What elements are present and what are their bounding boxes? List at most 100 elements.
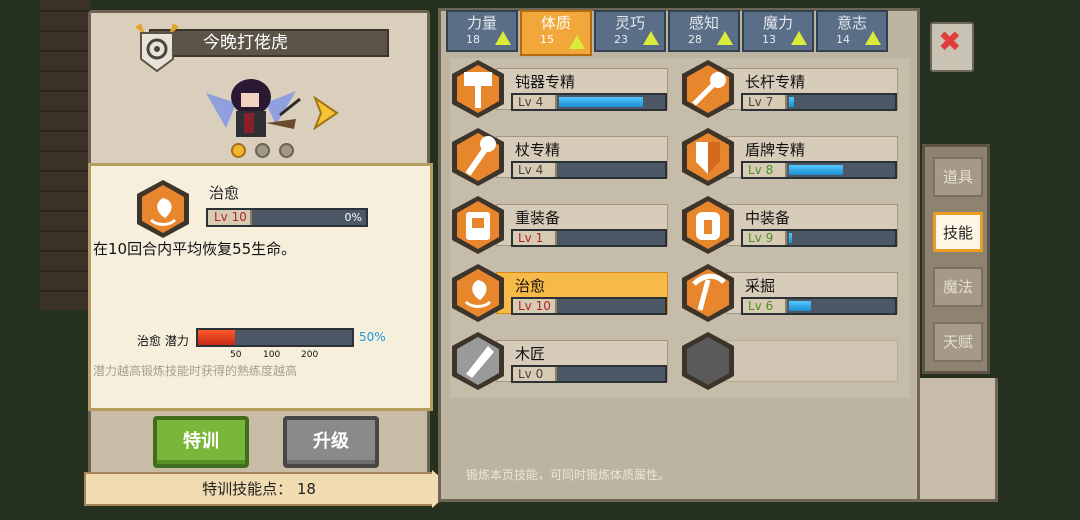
character-sprite bbox=[206, 79, 301, 137]
next-character-arrow-icon[interactable] bbox=[309, 96, 343, 130]
side-nav-tab[interactable]: 技能 bbox=[933, 212, 983, 252]
upgrade-button[interactable]: 升级 bbox=[283, 416, 379, 468]
tick-label: 100 bbox=[263, 350, 281, 360]
skill-card[interactable]: 治愈 Lv 10 bbox=[496, 272, 668, 315]
skill-slot[interactable]: 钝器专精 Lv 4 bbox=[450, 58, 668, 122]
halberd-icon bbox=[682, 60, 734, 118]
train-button[interactable]: 特训 bbox=[153, 416, 249, 468]
skill-card[interactable]: 重装备 Lv 1 bbox=[496, 204, 668, 247]
detail-progress-bar: Lv 10 0% bbox=[206, 208, 368, 227]
skill-card[interactable]: 采掘 Lv 6 bbox=[726, 272, 898, 315]
train-points-banner: 特训技能点： 18 bbox=[84, 472, 434, 506]
tab-label: 魔力 bbox=[762, 14, 793, 32]
tab-attribute[interactable]: 意志 14 bbox=[816, 10, 888, 52]
skill-progress-fill bbox=[789, 165, 843, 175]
skill-card[interactable]: 盾牌专精 Lv 8 bbox=[726, 136, 898, 179]
skill-progress-fill bbox=[789, 301, 811, 311]
page-dot[interactable] bbox=[279, 143, 294, 158]
hammer-icon bbox=[452, 60, 504, 118]
skill-slot[interactable]: 杖专精 Lv 4 bbox=[450, 126, 668, 190]
side-nav-tab[interactable]: 天赋 bbox=[933, 322, 983, 362]
staff-icon bbox=[452, 128, 504, 186]
potential-label: 治愈 潜力 bbox=[137, 334, 189, 348]
skill-level: Lv 7 bbox=[743, 95, 787, 109]
skill-card[interactable]: 长杆专精 Lv 7 bbox=[726, 68, 898, 111]
skill-card[interactable]: 木匠 Lv 0 bbox=[496, 340, 668, 383]
skill-progress-bar: Lv 7 bbox=[741, 93, 897, 111]
skill-level: Lv 9 bbox=[743, 231, 787, 245]
skill-name: 长杆专精 bbox=[745, 73, 806, 91]
page-dot[interactable] bbox=[255, 143, 270, 158]
brick-wall bbox=[40, 0, 90, 310]
skill-progress-bar: Lv 9 bbox=[741, 229, 897, 247]
potential-bar bbox=[196, 328, 354, 347]
character-panel: 今晚打佬虎 治愈 Lv 10 0% 在10回合内平均恢复55生命。 治愈 潜力 … bbox=[88, 10, 433, 480]
skill-level: Lv 10 bbox=[513, 299, 557, 313]
skill-progress-fill bbox=[789, 97, 794, 107]
skill-name: 钝器专精 bbox=[515, 73, 576, 91]
guild-emblem-icon bbox=[135, 23, 179, 73]
skill-level: Lv 0 bbox=[513, 367, 557, 381]
empty-hex-icon bbox=[682, 332, 734, 390]
side-nav-tab[interactable]: 道具 bbox=[933, 157, 983, 197]
skill-slot[interactable]: 重装备 Lv 1 bbox=[450, 194, 668, 258]
pickaxe-icon bbox=[682, 264, 734, 322]
tab-label: 意志 bbox=[836, 14, 867, 32]
skill-name: 木匠 bbox=[515, 345, 546, 363]
tab-label: 力量 bbox=[466, 14, 497, 32]
page-dot[interactable] bbox=[231, 143, 246, 158]
skill-progress-bar: Lv 4 bbox=[511, 93, 667, 111]
skill-progress-bar: Lv 8 bbox=[741, 161, 897, 179]
skill-level: Lv 4 bbox=[513, 95, 557, 109]
heal-leaf-icon bbox=[452, 264, 504, 322]
heavy-armor-icon bbox=[452, 196, 504, 254]
skills-grid: 钝器专精 Lv 4 长杆专精 Lv 7 杖专精 Lv 4 盾牌专精 Lv 8 重装备 Lv 1 中装… bbox=[450, 58, 910, 398]
skill-progress-bar: Lv 1 bbox=[511, 229, 667, 247]
skill-detail-panel: 治愈 Lv 10 0% 在10回合内平均恢复55生命。 治愈 潜力 50% 50… bbox=[88, 163, 433, 411]
skill-slot[interactable]: 木匠 Lv 0 bbox=[450, 330, 668, 394]
skill-slot[interactable]: 盾牌专精 Lv 8 bbox=[680, 126, 898, 190]
skill-description: 在10回合内平均恢复55生命。 bbox=[93, 240, 297, 258]
skill-level: Lv 4 bbox=[513, 163, 557, 177]
skill-card[interactable]: 钝器专精 Lv 4 bbox=[496, 68, 668, 111]
tab-label: 灵巧 bbox=[614, 14, 645, 32]
skill-slot[interactable]: 中装备 Lv 9 bbox=[680, 194, 898, 258]
skill-name: 重装备 bbox=[515, 209, 561, 227]
potential-note: 潜力越高锻炼技能时获得的熟练度越高 bbox=[93, 364, 298, 378]
skill-level: Lv 8 bbox=[743, 163, 787, 177]
skill-level: Lv 6 bbox=[743, 299, 787, 313]
skill-name: 杖专精 bbox=[515, 141, 561, 159]
side-nav-tab[interactable]: 魔法 bbox=[933, 267, 983, 307]
skill-name: 采掘 bbox=[745, 277, 776, 295]
character-name: 今晚打佬虎 bbox=[149, 29, 389, 57]
medium-armor-icon bbox=[682, 196, 734, 254]
potential-fill bbox=[198, 330, 235, 345]
detail-progress-pct: 0% bbox=[344, 211, 362, 224]
detail-level: Lv 10 bbox=[208, 210, 252, 225]
skill-progress-fill bbox=[559, 97, 643, 107]
skill-progress-fill bbox=[789, 233, 792, 243]
skill-slot[interactable]: 采掘 Lv 6 bbox=[680, 262, 898, 326]
character-header: 今晚打佬虎 bbox=[91, 13, 427, 163]
potential-percent: 50% bbox=[359, 330, 386, 344]
skill-progress-bar: Lv 10 bbox=[511, 297, 667, 315]
side-nav: 道具 技能 魔法 天赋 bbox=[922, 144, 990, 374]
skill-progress-bar: Lv 4 bbox=[511, 161, 667, 179]
close-icon: ✖ bbox=[938, 25, 962, 58]
skill-card[interactable]: 杖专精 Lv 4 bbox=[496, 136, 668, 179]
footer-note: 锻炼本页技能，可同时锻炼体质属性。 bbox=[466, 468, 671, 482]
skill-slot[interactable]: 治愈 Lv 10 bbox=[450, 262, 668, 326]
saw-icon bbox=[452, 332, 504, 390]
close-button[interactable]: ✖ bbox=[930, 22, 974, 72]
skill-progress-bar: Lv 6 bbox=[741, 297, 897, 315]
tick-label: 50 bbox=[230, 350, 242, 360]
tab-label: 感知 bbox=[688, 14, 719, 32]
page-indicator bbox=[231, 143, 294, 158]
skill-slot[interactable]: 长杆专精 Lv 7 bbox=[680, 58, 898, 122]
skill-name: 中装备 bbox=[745, 209, 791, 227]
skill-card[interactable]: 中装备 Lv 9 bbox=[726, 204, 898, 247]
skill-name: 治愈 bbox=[515, 277, 546, 295]
tab-label: 体质 bbox=[540, 14, 571, 32]
tick-label: 200 bbox=[301, 350, 319, 360]
shield-icon bbox=[682, 128, 734, 186]
